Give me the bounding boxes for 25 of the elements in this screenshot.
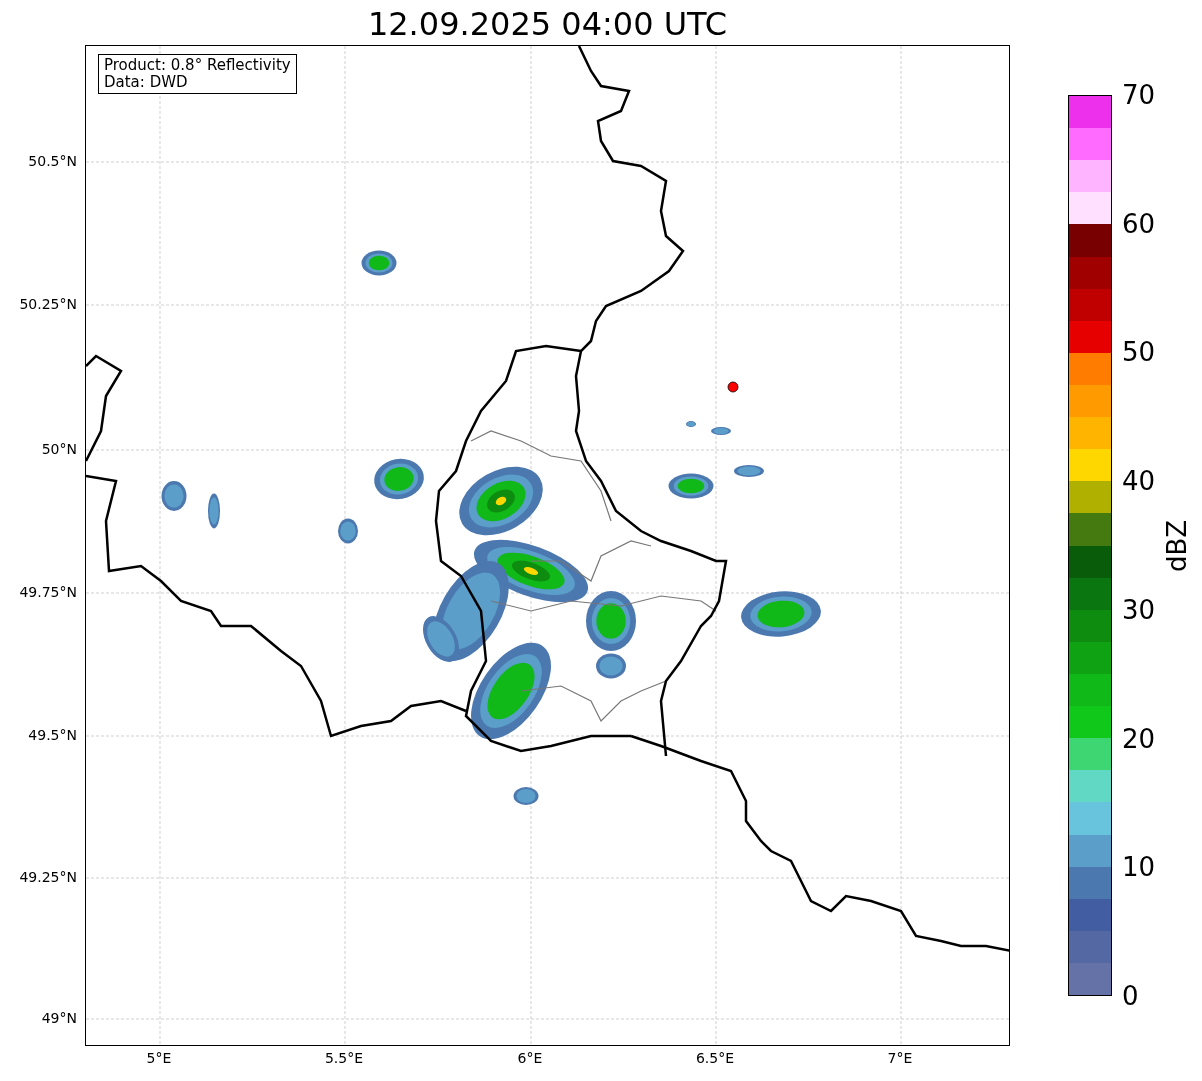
info-text: Data: DWD — [104, 74, 189, 91]
colorbar-tick-label: 40 — [1122, 467, 1156, 496]
colorbar-tick-label: 0 — [1122, 982, 1139, 1010]
latitude-label: 50°N — [41, 441, 77, 457]
colorbar-tick-label: 10 — [1122, 853, 1156, 882]
latitude-label: 49.5°N — [28, 727, 77, 743]
colorbar-label: dBZ — [1163, 519, 1191, 572]
colorbar-tick-label: 30 — [1122, 595, 1156, 624]
longitude-label: 6°E — [517, 1050, 543, 1066]
colorbar-tick-label: 60 — [1122, 209, 1156, 238]
colorbar-tick-label: 50 — [1122, 338, 1156, 367]
longitude-label: 7°E — [887, 1050, 913, 1066]
colorbar-tick-label: 20 — [1122, 724, 1156, 753]
longitude-label: 5.5°E — [324, 1050, 364, 1066]
chart-title: 12.09.2025 04:00 UTC — [367, 4, 728, 45]
latitude-label: 50.5°N — [28, 153, 77, 169]
latitude-label: 49°N — [41, 1010, 77, 1026]
info-text: Product: 0.8° Reflectivity — [104, 57, 291, 74]
longitude-label: 5°E — [146, 1050, 172, 1066]
colorbar-tick-label: 70 — [1122, 81, 1156, 109]
latitude-label: 49.25°N — [19, 869, 77, 885]
longitude-label: 6.5°E — [695, 1050, 735, 1066]
latitude-label: 49.75°N — [19, 584, 77, 600]
location-marker — [727, 381, 739, 393]
latitude-label: 50.25°N — [19, 296, 77, 312]
